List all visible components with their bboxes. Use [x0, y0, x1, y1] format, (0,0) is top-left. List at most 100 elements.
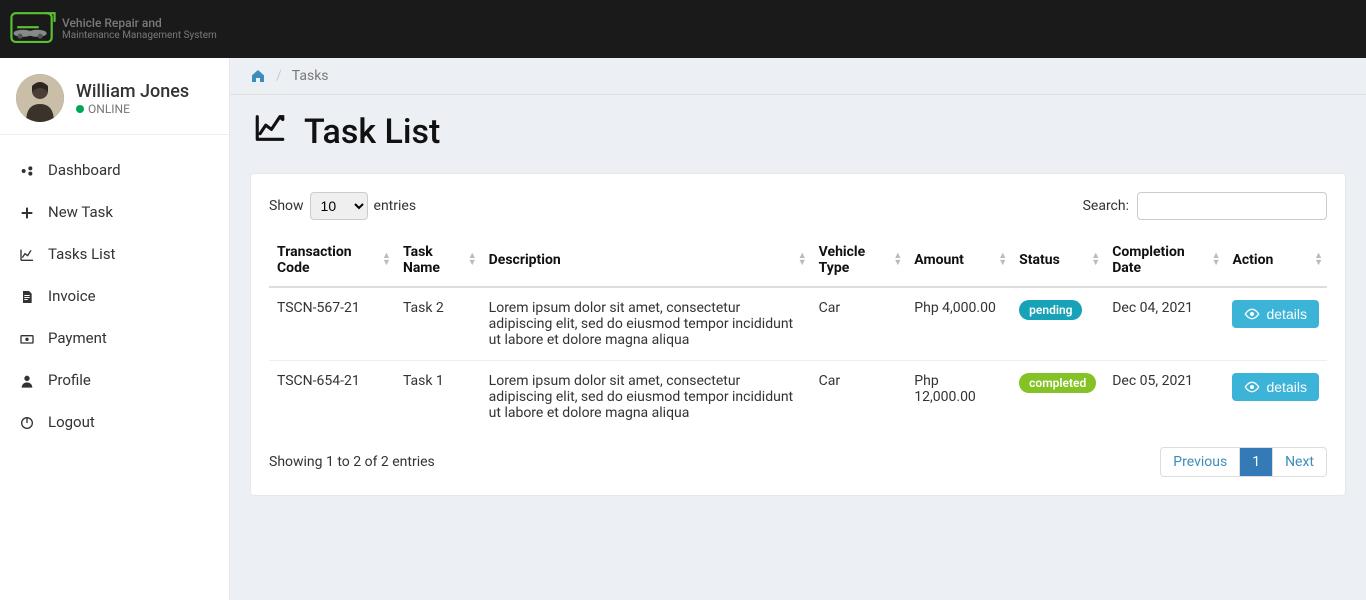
- nav-logout[interactable]: Logout: [0, 401, 229, 443]
- length-select[interactable]: 102550100: [310, 192, 368, 220]
- power-icon: [18, 413, 36, 431]
- status-badge: pending: [1019, 300, 1082, 320]
- topbar: Vehicle Repair and Maintenance Managemen…: [0, 0, 1366, 58]
- user-name: William Jones: [76, 81, 189, 102]
- nav-invoice[interactable]: Invoice: [0, 275, 229, 317]
- sort-icon: ▲▼: [798, 253, 807, 267]
- cell-amount: Php 4,000.00: [906, 287, 1011, 361]
- sort-icon: ▲▼: [1314, 253, 1323, 267]
- details-label: details: [1266, 379, 1306, 395]
- content: / Tasks Task List Show 102550100 entries…: [230, 58, 1366, 600]
- search-label: Search:: [1083, 198, 1129, 214]
- sidebar: William Jones ONLINE Dashboard New Task …: [0, 58, 230, 600]
- status-badge: completed: [1019, 373, 1096, 393]
- user-icon: [18, 371, 36, 389]
- sort-icon: ▲▼: [468, 253, 477, 267]
- online-dot-icon: [76, 105, 84, 113]
- sort-icon: ▲▼: [382, 253, 391, 267]
- datatable-controls-bottom: Showing 1 to 2 of 2 entries Previous 1 N…: [269, 447, 1327, 477]
- logo[interactable]: Vehicle Repair and Maintenance Managemen…: [10, 11, 217, 47]
- nav-payment[interactable]: Payment: [0, 317, 229, 359]
- card-tasks: Show 102550100 entries Search: Transacti…: [250, 173, 1346, 496]
- cell-transaction-code: TSCN-567-21: [269, 287, 395, 361]
- cell-completion-date: Dec 05, 2021: [1104, 361, 1224, 434]
- eye-icon: [1244, 379, 1260, 395]
- nav-profile-label: Profile: [48, 371, 91, 389]
- pagination: Previous 1 Next: [1160, 447, 1327, 477]
- col-transaction-code[interactable]: Transaction Code▲▼: [269, 234, 395, 287]
- avatar[interactable]: [16, 74, 64, 122]
- chart-line-icon: [18, 245, 36, 263]
- page-title: Task List: [304, 112, 440, 152]
- cell-amount: Php 12,000.00: [906, 361, 1011, 434]
- page-next[interactable]: Next: [1272, 448, 1326, 476]
- home-icon: [250, 68, 266, 84]
- cell-action: details: [1224, 361, 1327, 434]
- cell-completion-date: Dec 04, 2021: [1104, 287, 1224, 361]
- search-control: Search:: [1083, 192, 1327, 220]
- col-amount[interactable]: Amount▲▼: [906, 234, 1011, 287]
- nav-invoice-label: Invoice: [48, 287, 96, 305]
- nav-dashboard[interactable]: Dashboard: [0, 149, 229, 191]
- cell-status: completed: [1011, 361, 1104, 434]
- file-icon: [18, 287, 36, 305]
- nav-profile[interactable]: Profile: [0, 359, 229, 401]
- cell-task-name: Task 2: [395, 287, 481, 361]
- details-button[interactable]: details: [1232, 300, 1318, 328]
- sort-icon: ▲▼: [893, 253, 902, 267]
- col-action[interactable]: Action▲▼: [1224, 234, 1327, 287]
- breadcrumb: / Tasks: [230, 58, 1366, 95]
- sort-icon: ▲▼: [1212, 253, 1221, 267]
- tasks-table: Transaction Code▲▼ Task Name▲▼ Descripti…: [269, 234, 1327, 433]
- cell-transaction-code: TSCN-654-21: [269, 361, 395, 434]
- breadcrumb-current: Tasks: [292, 68, 329, 84]
- user-status-text: ONLINE: [88, 102, 130, 116]
- cell-description: Lorem ipsum dolor sit amet, consectetur …: [481, 287, 811, 361]
- cell-task-name: Task 1: [395, 361, 481, 434]
- car-wrench-icon: [10, 11, 56, 47]
- eye-icon: [1244, 306, 1260, 322]
- money-icon: [18, 329, 36, 347]
- dashboard-icon: [18, 161, 36, 179]
- nav-dashboard-label: Dashboard: [48, 161, 121, 179]
- sort-icon: ▲▼: [1091, 253, 1100, 267]
- details-label: details: [1266, 306, 1306, 322]
- page-1[interactable]: 1: [1239, 448, 1272, 476]
- plus-icon: [18, 203, 36, 221]
- sort-icon: ▲▼: [998, 253, 1007, 267]
- breadcrumb-home[interactable]: [250, 68, 266, 84]
- chart-line-icon: [250, 111, 290, 153]
- cell-action: details: [1224, 287, 1327, 361]
- table-row: TSCN-654-21Task 1Lorem ipsum dolor sit a…: [269, 361, 1327, 434]
- page-header: Task List: [230, 95, 1366, 163]
- cell-vehicle-type: Car: [811, 287, 907, 361]
- breadcrumb-sep: /: [276, 68, 282, 84]
- nav: Dashboard New Task Tasks List Invoice Pa…: [0, 135, 229, 457]
- search-input[interactable]: [1137, 192, 1327, 220]
- nav-logout-label: Logout: [48, 413, 95, 431]
- brand-line2: Maintenance Management System: [62, 30, 217, 41]
- length-control: Show 102550100 entries: [269, 192, 416, 220]
- cell-status: pending: [1011, 287, 1104, 361]
- nav-new-task[interactable]: New Task: [0, 191, 229, 233]
- page-prev[interactable]: Previous: [1161, 448, 1239, 476]
- nav-new-task-label: New Task: [48, 203, 113, 221]
- nav-tasks-list-label: Tasks List: [48, 245, 115, 263]
- col-status[interactable]: Status▲▼: [1011, 234, 1104, 287]
- datatable-info: Showing 1 to 2 of 2 entries: [269, 454, 435, 470]
- user-status: ONLINE: [76, 102, 189, 116]
- table-row: TSCN-567-21Task 2Lorem ipsum dolor sit a…: [269, 287, 1327, 361]
- nav-tasks-list[interactable]: Tasks List: [0, 233, 229, 275]
- datatable-controls-top: Show 102550100 entries Search:: [269, 192, 1327, 220]
- col-task-name[interactable]: Task Name▲▼: [395, 234, 481, 287]
- details-button[interactable]: details: [1232, 373, 1318, 401]
- cell-vehicle-type: Car: [811, 361, 907, 434]
- col-completion-date[interactable]: Completion Date▲▼: [1104, 234, 1224, 287]
- nav-payment-label: Payment: [48, 329, 107, 347]
- user-panel: William Jones ONLINE: [0, 58, 229, 135]
- brand-line1: Vehicle Repair and: [62, 17, 217, 30]
- col-description[interactable]: Description▲▼: [481, 234, 811, 287]
- show-label: Show: [269, 198, 304, 214]
- entries-label: entries: [374, 198, 417, 214]
- col-vehicle-type[interactable]: Vehicle Type▲▼: [811, 234, 907, 287]
